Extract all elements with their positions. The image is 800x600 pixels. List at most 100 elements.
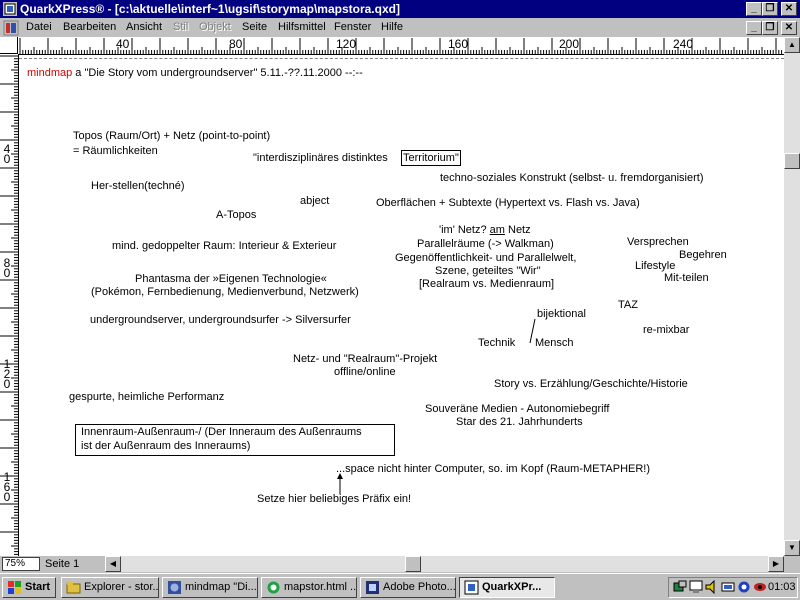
mensch-text: Mensch <box>535 337 574 349</box>
title-bar[interactable]: QuarkXPress® - [c:\aktuelle\interf~1\ugs… <box>0 0 800 18</box>
vertical-ruler[interactable]: 4 0 8 0 1 2 0 1 6 0 <box>0 54 19 556</box>
menu-objekt[interactable]: Objekt <box>199 21 231 33</box>
innenraum-box: Innenraum-Außenraum-/ (Der Inneraum des … <box>75 424 395 456</box>
ruler-label-200: 200 <box>559 37 580 51</box>
quark-app-icon[interactable] <box>2 1 18 17</box>
menu-bar: Datei Bearbeiten Ansicht Stil Objekt Sei… <box>0 18 800 37</box>
clock: 01:03 <box>768 581 796 593</box>
horizontal-ruler[interactable]: 40 80 120 160 200 240 <box>18 37 784 55</box>
scroll-up-button[interactable]: ▲ <box>784 37 800 53</box>
task-photoshop[interactable]: Adobe Photo... <box>360 577 456 598</box>
begehren-text: Begehren <box>679 249 727 261</box>
network-icon[interactable] <box>673 580 687 594</box>
techno-sozial-text: techno-soziales Konstrukt (selbst- u. fr… <box>440 172 704 184</box>
ruler-origin[interactable] <box>0 37 18 54</box>
phantasma-line2: (Pokémon, Fernbedienung, Medienverbund, … <box>91 286 359 298</box>
quark-icon <box>464 580 479 595</box>
task-mindmap-label: mindmap "Di... <box>185 581 257 593</box>
taz-text: TAZ <box>618 299 638 311</box>
display-settings-icon[interactable] <box>737 580 751 594</box>
realraum-text: [Realraum vs. Medienraum] <box>419 278 555 290</box>
im-netz-c: Netz <box>504 224 531 236</box>
im-netz-a: 'im' Netz? <box>439 224 490 236</box>
setze-text: Setze hier beliebiges Präfix ein! <box>257 493 412 505</box>
im-netz-text: 'im' Netz? am Netz <box>439 224 531 236</box>
herstellen-text: Her-stellen(techné) <box>91 180 185 192</box>
doc-close-button[interactable]: ✕ <box>781 21 797 35</box>
task-explorer-label: Explorer - stor... <box>84 581 159 593</box>
restore-button[interactable]: ❐ <box>762 2 778 16</box>
menu-stil[interactable]: Stil <box>173 21 188 33</box>
oberflaechen-text: Oberflächen + Subtexte (Hypertext vs. Fl… <box>376 197 640 209</box>
menu-fenster[interactable]: Fenster <box>334 21 371 33</box>
status-row: 75% Seite 1 ◀ ▶ <box>0 556 800 573</box>
zoom-field[interactable]: 75% <box>2 557 40 571</box>
souveraene-text: Souveräne Medien - Autonomiebegriff <box>425 403 610 415</box>
vertical-scrollbar[interactable]: ▲ ▼ <box>784 37 800 556</box>
speaker-icon[interactable] <box>705 580 719 594</box>
story-text: Story vs. Erzählung/Geschichte/Historie <box>494 378 688 390</box>
scroll-left-button[interactable]: ◀ <box>105 556 121 572</box>
document-icon[interactable] <box>3 20 19 36</box>
scroll-down-button[interactable]: ▼ <box>784 540 800 556</box>
document-page[interactable]: mindmap a "Die Story vom undergroundserv… <box>19 55 784 556</box>
atopos-text: A-Topos <box>216 209 257 221</box>
ruler-label-v160: 1 6 0 <box>3 470 11 504</box>
menu-ansicht[interactable]: Ansicht <box>126 21 162 33</box>
doc-restore-button[interactable]: ❐ <box>762 21 778 35</box>
performanz-text: gespurte, heimliche Performanz <box>69 391 225 403</box>
interdisziplinaer-text: "interdisziplinäres distinktes <box>253 152 388 164</box>
versprechen-text: Versprechen <box>627 236 689 248</box>
territorium-box: Territorium" <box>401 150 461 166</box>
taskbar: Start Explorer - stor... mindmap "Di... … <box>0 573 800 600</box>
menu-seite[interactable]: Seite <box>242 21 267 33</box>
scanner-icon[interactable] <box>721 580 735 594</box>
ruler-label-40: 40 <box>116 37 130 51</box>
ruler-label-v120: 1 2 0 <box>3 357 11 391</box>
ruler-label-120: 120 <box>336 37 357 51</box>
mindmap-word: mindmap <box>27 67 73 79</box>
ruler-label-v40: 4 0 <box>3 142 11 166</box>
system-tray: 01:03 <box>668 577 798 598</box>
eye-icon[interactable] <box>753 580 767 594</box>
szene-text: Szene, geteiltes "Wir" <box>435 265 541 277</box>
horizontal-ruler-ticks <box>19 38 783 54</box>
start-button[interactable]: Start <box>2 577 56 598</box>
explorer-icon <box>66 582 81 594</box>
abject-text: abject <box>300 195 330 207</box>
horizontal-scrollbar[interactable]: ◀ ▶ <box>105 556 784 572</box>
task-mindmap[interactable]: mindmap "Di... <box>162 577 258 598</box>
photoshop-icon <box>366 581 379 594</box>
gegenoeffentlichkeit-text: Gegenöffentlichkeit- und Parallelwelt, <box>395 252 577 264</box>
star-text: Star des 21. Jahrhunderts <box>456 416 583 428</box>
menu-hilfe[interactable]: Hilfe <box>381 21 403 33</box>
start-label: Start <box>25 581 51 593</box>
mind-gedoppelt-text: mind. gedoppelter Raum: Interieur & Exte… <box>112 240 337 252</box>
task-quarkxpress[interactable]: QuarkXPr... <box>459 577 555 598</box>
menu-datei[interactable]: Datei <box>26 21 52 33</box>
task-mapstor-html[interactable]: mapstor.html ... <box>261 577 357 598</box>
scroll-right-button[interactable]: ▶ <box>768 556 784 572</box>
task-explorer[interactable]: Explorer - stor... <box>61 577 159 598</box>
innenraum-line2: ist der Außenraum des Inneraums) <box>81 440 251 452</box>
windows-logo-icon <box>8 581 21 594</box>
parallelraeume-text: Parallelräume (-> Walkman) <box>417 238 554 250</box>
arrow-up-icon <box>337 473 343 494</box>
task-quark-label: QuarkXPr... <box>482 581 542 593</box>
scroll-thumb[interactable] <box>784 153 800 169</box>
undergroundserver-text: undergroundserver, undergroundsurfer -> … <box>90 314 351 326</box>
doc-minimize-button[interactable]: _ <box>746 21 762 35</box>
mitteilen-text: Mit-teilen <box>664 272 709 284</box>
netscape-icon <box>168 581 181 594</box>
margin-guide <box>19 58 784 59</box>
close-button[interactable]: ✕ <box>781 2 797 16</box>
window-title: QuarkXPress® - [c:\aktuelle\interf~1\ugs… <box>20 2 400 16</box>
monitor-icon[interactable] <box>689 580 703 594</box>
horizontal-scroll-thumb[interactable] <box>405 556 421 572</box>
topos-line2: = Räumlichkeiten <box>73 145 158 157</box>
menu-hilfsmittel[interactable]: Hilfsmittel <box>278 21 326 33</box>
menu-bearbeiten[interactable]: Bearbeiten <box>63 21 116 33</box>
offline-online-text: offline/online <box>334 366 396 378</box>
header-rest: a "Die Story vom undergroundserver" 5.11… <box>72 67 363 79</box>
minimize-button[interactable]: _ <box>746 2 762 16</box>
